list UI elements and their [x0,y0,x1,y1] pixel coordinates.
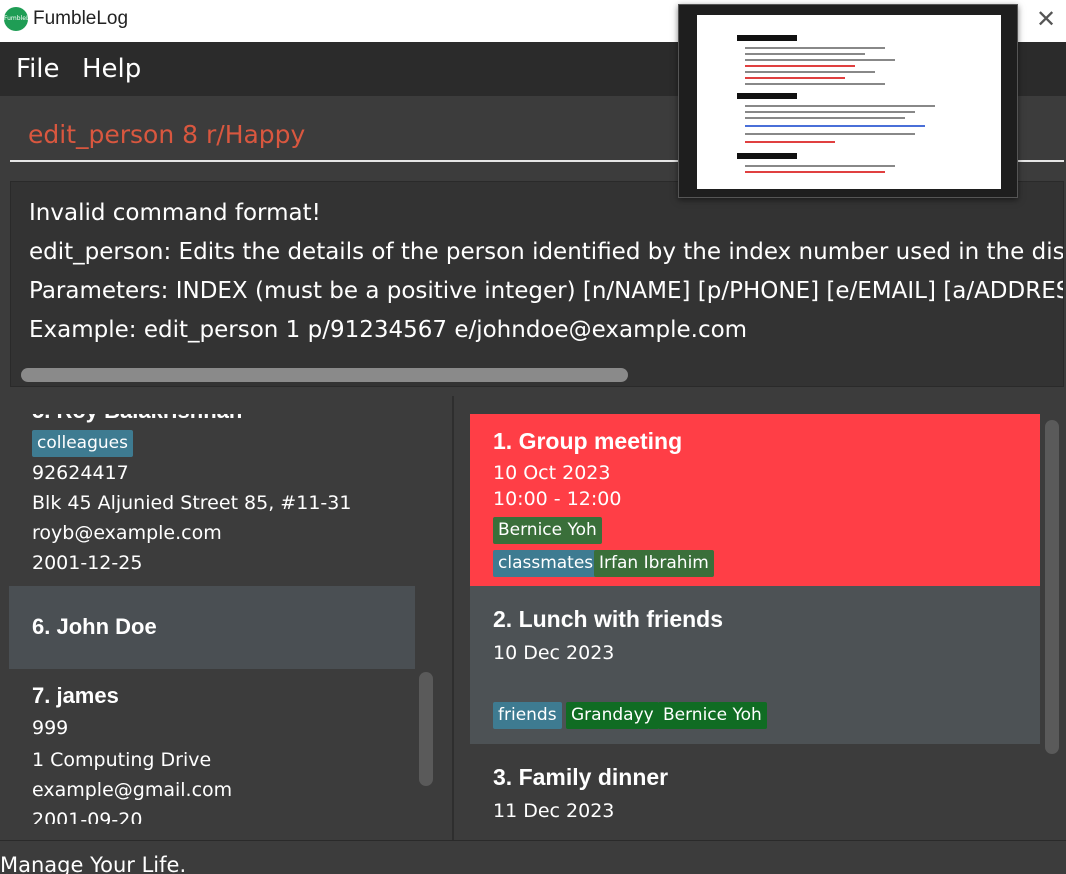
event-list-scrollbar[interactable] [1045,420,1059,754]
event-date: 10 Oct 2023 [493,462,611,484]
person-phone: 999 [32,717,69,739]
event-tag: friends [493,702,562,729]
event-tag: classmates [493,550,599,577]
preview-line [745,65,855,67]
result-line: Invalid command format! [29,200,321,226]
person-card[interactable]: 5. Roy Balakrishnan colleagues 92624417 … [9,414,415,586]
preview-band [737,93,797,99]
preview-line [745,171,885,173]
preview-line [745,59,895,61]
event-title: 2. Lunch with friends [493,606,724,632]
event-tag: Irfan Ibrahim [594,550,714,577]
event-card-selected[interactable]: 1. Group meeting 10 Oct 2023 10:00 - 12:… [470,414,1040,586]
result-line: Parameters: INDEX (must be a positive in… [29,278,1064,304]
person-card[interactable]: 7. james 999 1 Computing Drive example@g… [9,669,415,824]
person-phone: 92624417 [32,462,129,484]
preview-line [745,165,895,167]
preview-line [745,47,885,49]
preview-document [697,15,1001,189]
person-name: 7. james [32,683,119,708]
command-input[interactable]: edit_person 8 r/Happy [28,120,305,149]
status-text: Manage Your Life. [0,853,187,874]
result-line: edit_person: Edits the details of the pe… [29,239,1064,265]
event-time: 10:00 - 12:00 [493,488,622,510]
result-display: Invalid command format! edit_person: Edi… [10,181,1064,387]
event-date: 10 Dec 2023 [493,642,615,664]
person-email: example@gmail.com [32,779,233,801]
preview-line [745,133,915,135]
preview-line [745,83,885,85]
preview-line [745,111,915,113]
window-title: FumbleLog [33,8,129,29]
close-icon[interactable]: ✕ [1030,4,1062,36]
person-address: Blk 45 Aljunied Street 85, #11-31 [32,492,352,514]
person-email: royb@example.com [32,522,222,544]
event-card[interactable]: 2. Lunch with friends 10 Dec 2023 friend… [470,586,1040,744]
overlay-preview-window[interactable] [678,4,1018,198]
status-bar: Manage Your Life. [0,840,1066,874]
event-title: 3. Family dinner [493,764,669,790]
app-logo-icon: FumbleLog [4,7,28,31]
person-card-selected[interactable]: 6. John Doe [9,586,415,669]
preview-band [737,35,797,41]
event-tag: Bernice Yoh [658,702,767,729]
result-horizontal-scrollbar[interactable] [21,368,628,382]
event-title: 1. Group meeting [493,428,683,454]
menu-file[interactable]: File [16,54,60,84]
preview-line [745,71,875,73]
event-tag: Bernice Yoh [493,517,602,544]
person-birthday: 2001-12-25 [32,552,143,574]
event-card[interactable]: 3. Family dinner 11 Dec 2023 [470,744,1040,824]
person-name: 5. Roy Balakrishnan [32,414,242,424]
preview-line [745,141,835,143]
event-tag: Grandayy [566,702,659,729]
preview-line [745,77,845,79]
preview-band [737,153,797,159]
preview-line [745,125,925,127]
person-name: 6. John Doe [32,614,157,639]
menu-help[interactable]: Help [82,54,141,84]
preview-line [745,53,865,55]
event-date: 11 Dec 2023 [493,800,615,822]
preview-line [745,117,905,119]
person-list-scrollbar[interactable] [419,672,433,786]
person-list[interactable]: 5. Roy Balakrishnan colleagues 92624417 … [9,414,415,824]
split-divider[interactable] [452,396,454,840]
preview-line [745,105,935,107]
person-address: 1 Computing Drive [32,749,212,771]
person-tag: colleagues [32,430,133,457]
result-line: Example: edit_person 1 p/91234567 e/john… [29,317,748,343]
person-birthday: 2001-09-20 [32,809,143,824]
event-list[interactable]: 1. Group meeting 10 Oct 2023 10:00 - 12:… [470,414,1040,824]
